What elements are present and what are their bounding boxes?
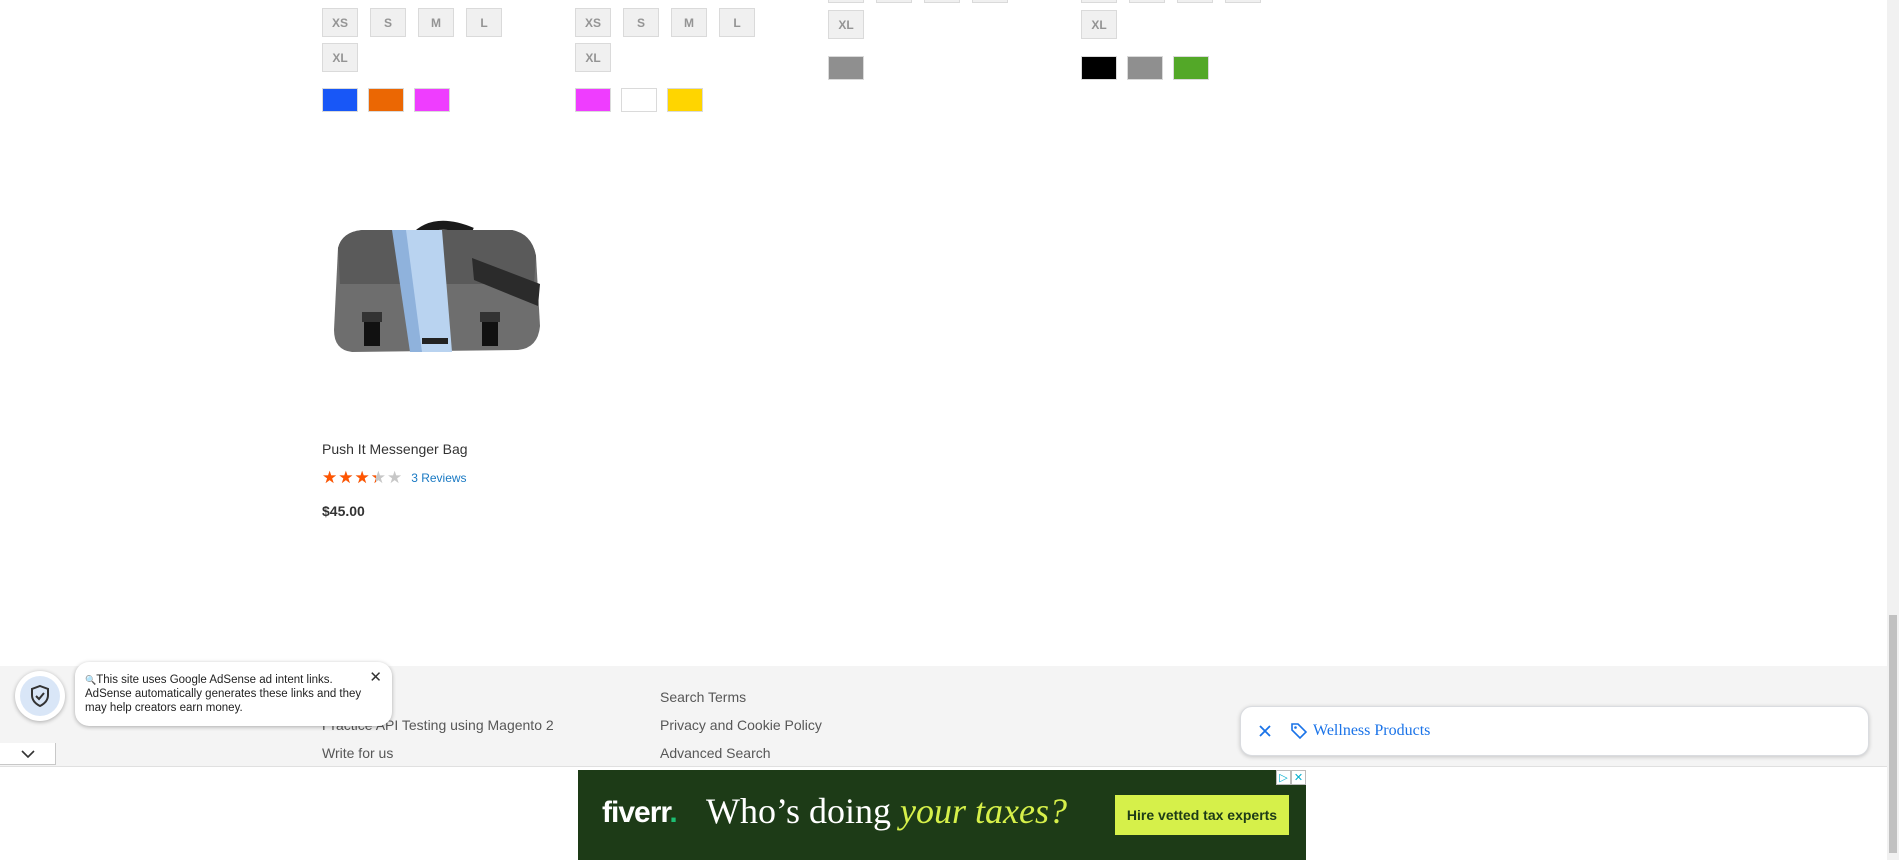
footer-link-write-for-us[interactable]: Write for us (322, 745, 393, 761)
size-option-s[interactable]: S (370, 8, 406, 37)
product-rating: ★★★★★ ★★★★★ 3 Reviews (322, 468, 467, 488)
size-option-m[interactable]: M (671, 8, 707, 37)
size-option-xs[interactable]: XS (575, 8, 611, 37)
color-swatch-green[interactable] (1173, 56, 1209, 80)
shield-check-icon (31, 685, 49, 707)
size-option-cut[interactable] (1177, 0, 1213, 3)
product-3-size-options-row2: XL (828, 10, 864, 39)
ad-choices-icon[interactable]: ▷ (1276, 770, 1291, 785)
footer-link-search-terms[interactable]: Search Terms (660, 689, 746, 705)
product-name-link[interactable]: Push It Messenger Bag (322, 441, 468, 457)
product-2-color-options (575, 88, 703, 112)
product-4-size-options-row2: XL (1081, 10, 1117, 39)
color-swatch-gray[interactable] (1127, 56, 1163, 80)
size-option-xs[interactable]: XS (322, 8, 358, 37)
color-swatch-blue[interactable] (322, 88, 358, 112)
ad-choices[interactable]: ▷ ✕ (1276, 770, 1306, 785)
size-option-s[interactable]: S (623, 8, 659, 37)
size-option-m[interactable]: M (418, 8, 454, 37)
size-option-l[interactable]: L (466, 8, 502, 37)
color-swatch-yellow[interactable] (667, 88, 703, 112)
page-scrollbar[interactable] (1887, 0, 1899, 860)
star-icons-filled: ★★★★★ (322, 468, 376, 487)
page: XS S M L XL XS S M L XL XL XL Push It Me… (0, 0, 1899, 860)
color-swatch-black[interactable] (1081, 56, 1117, 80)
color-swatch-gray[interactable] (828, 56, 864, 80)
reviews-link[interactable]: 3 Reviews (411, 471, 466, 485)
ad-headline: Who’s doing your taxes? (706, 791, 1067, 831)
tag-icon (1291, 723, 1308, 740)
ad-cta-button[interactable]: Hire vetted tax experts (1115, 795, 1289, 835)
product-1-size-options: XS S M L (322, 8, 502, 37)
product-3-size-options (828, 0, 1008, 3)
fiverr-logo: fiverr. (602, 796, 678, 829)
color-swatch-purple[interactable] (575, 88, 611, 112)
product-price: $45.00 (322, 503, 365, 519)
size-option-cut[interactable] (1129, 0, 1165, 3)
footer-link-privacy-policy[interactable]: Privacy and Cookie Policy (660, 717, 822, 733)
collapse-toggle[interactable] (0, 743, 56, 765)
search-icon: 🔍 (85, 675, 97, 685)
chevron-down-icon (20, 749, 35, 758)
size-option-cut[interactable] (1225, 0, 1261, 3)
color-swatch-purple[interactable] (414, 88, 450, 112)
color-swatch-orange[interactable] (368, 88, 404, 112)
size-option-cut[interactable] (828, 0, 864, 3)
product-4-size-options (1081, 0, 1261, 3)
size-option-xl[interactable]: XL (828, 10, 864, 39)
product-1-size-options-row2: XL (322, 43, 358, 72)
size-option-xl[interactable]: XL (575, 43, 611, 72)
size-option-cut[interactable] (876, 0, 912, 3)
adsense-shield-button[interactable] (15, 671, 65, 721)
fiverr-ad-banner[interactable]: fiverr. Who’s doing your taxes? Hire vet… (578, 770, 1306, 860)
color-swatch-white[interactable] (621, 88, 657, 112)
adsense-notice: 🔍This site uses Google AdSense ad intent… (75, 662, 392, 726)
size-option-xl[interactable]: XL (322, 43, 358, 72)
footer-link-advanced-search[interactable]: Advanced Search (660, 745, 771, 761)
product-1-color-options (322, 88, 450, 112)
rating-stars: ★★★★★ ★★★★★ (322, 468, 403, 488)
chip-label[interactable]: Wellness Products (1313, 722, 1430, 740)
ad-close-icon[interactable]: ✕ (1291, 770, 1306, 785)
close-icon[interactable] (1255, 721, 1275, 741)
product-2-size-options-row2: XL (575, 43, 611, 72)
adsense-notice-text: This site uses Google AdSense ad intent … (85, 674, 362, 714)
size-option-xl[interactable]: XL (1081, 10, 1117, 39)
product-2-size-options: XS S M L (575, 8, 755, 37)
size-option-l[interactable]: L (719, 8, 755, 37)
product-4-color-options (1081, 56, 1209, 80)
close-icon[interactable]: ✕ (369, 670, 382, 685)
size-option-cut[interactable] (1081, 0, 1117, 3)
search-suggestion-chip[interactable]: Wellness Products (1240, 706, 1869, 756)
product-3-color-options (828, 56, 864, 80)
product-image-messenger-bag[interactable] (322, 188, 546, 412)
scrollbar-thumb[interactable] (1889, 615, 1897, 853)
size-option-cut[interactable] (924, 0, 960, 3)
size-option-cut[interactable] (972, 0, 1008, 3)
